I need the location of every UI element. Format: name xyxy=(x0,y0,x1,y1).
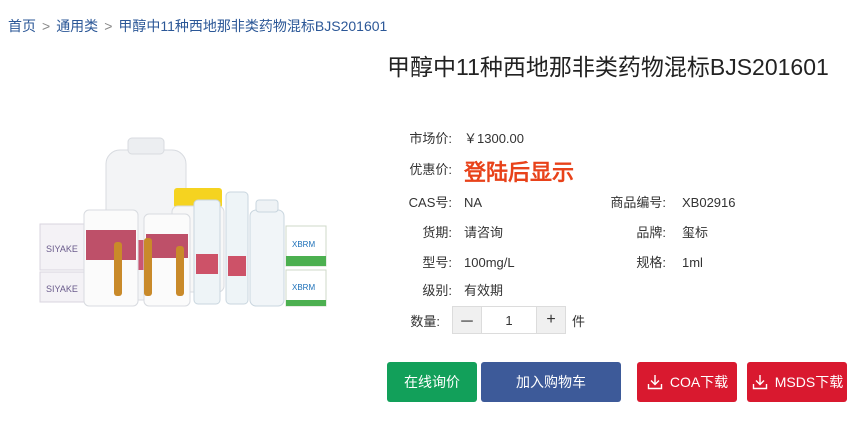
product-title: 甲醇中11种西地那非类药物混标BJS201601 xyxy=(387,54,829,80)
spec-label: 规格: xyxy=(636,255,666,270)
product-code-row: 商品编号: XB02916 xyxy=(610,192,736,211)
breadcrumb-separator: > xyxy=(42,18,51,34)
quantity-minus-button[interactable]: － xyxy=(453,307,481,333)
spec-value: 1ml xyxy=(682,255,703,270)
model-row: 型号: 100mg/L xyxy=(395,252,515,271)
grade-row: 级别: 有效期 xyxy=(395,280,503,299)
download-icon xyxy=(752,375,767,390)
cas-label: CAS号: xyxy=(408,195,452,210)
brand-label-xbrm: XBRM xyxy=(292,283,315,292)
brand-label-siyake: SIYAKE xyxy=(46,284,78,294)
market-price-label: 市场价: xyxy=(409,131,452,146)
download-icon xyxy=(647,375,663,390)
brand-label-siyake: SIYAKE xyxy=(46,244,78,254)
quantity-plus-button[interactable]: + xyxy=(537,307,565,333)
breadcrumb-separator: > xyxy=(104,18,113,34)
promo-price-label: 优惠价: xyxy=(409,162,452,178)
market-price-row: 市场价: ￥1300.00 xyxy=(395,128,524,147)
quantity-stepper: － + xyxy=(452,306,566,334)
coa-download-label: COA下载 xyxy=(669,374,729,390)
add-to-cart-label: 加入购物车 xyxy=(516,374,586,390)
quantity-label: 数量: xyxy=(410,313,440,329)
promo-price-row: 优惠价: 登陆后显示 xyxy=(395,155,574,187)
brand-label-xbrm: XBRM xyxy=(292,240,315,249)
quantity-input[interactable] xyxy=(481,307,537,333)
promo-price-value[interactable]: 登陆后显示 xyxy=(464,160,574,185)
add-to-cart-button[interactable]: 加入购物车 xyxy=(481,362,621,402)
inquiry-button-label: 在线询价 xyxy=(404,374,460,390)
quantity-row: 数量: － + 件 xyxy=(395,306,585,334)
market-price-value: ￥1300.00 xyxy=(464,131,524,146)
cas-row: CAS号: NA xyxy=(395,192,482,211)
product-code-value: XB02916 xyxy=(682,195,736,210)
grade-label: 级别: xyxy=(422,283,452,298)
breadcrumb-current[interactable]: 甲醇中11种西地那非类药物混标BJS201601 xyxy=(118,18,387,34)
brand-label: 品牌: xyxy=(636,225,666,240)
model-value: 100mg/L xyxy=(464,255,515,270)
msds-download-label: MSDS下载 xyxy=(774,374,844,390)
brand-value: 玺标 xyxy=(682,225,709,240)
msds-download-button[interactable]: MSDS下载 xyxy=(747,362,847,402)
cas-value: NA xyxy=(464,195,483,210)
breadcrumb-category[interactable]: 通用类 xyxy=(56,18,98,34)
coa-download-button[interactable]: COA下载 xyxy=(637,362,737,402)
product-code-label: 商品编号: xyxy=(610,195,666,210)
brand-row: 品牌: 玺标 xyxy=(610,222,708,241)
breadcrumb: 首页 > 通用类 > 甲醇中11种西地那非类药物混标BJS201601 xyxy=(8,16,387,36)
quantity-unit: 件 xyxy=(572,313,586,329)
delivery-label: 货期: xyxy=(422,225,452,240)
spec-row: 规格: 1ml xyxy=(610,252,703,271)
model-label: 型号: xyxy=(422,255,452,270)
delivery-value: 请咨询 xyxy=(464,225,504,240)
breadcrumb-home[interactable]: 首页 xyxy=(8,18,36,34)
grade-value: 有效期 xyxy=(464,283,504,298)
delivery-row: 货期: 请咨询 xyxy=(395,222,503,241)
inquiry-button[interactable]: 在线询价 xyxy=(387,362,477,402)
product-image: SIYAKE SIYAKE XBRM XBRM xyxy=(39,137,327,307)
